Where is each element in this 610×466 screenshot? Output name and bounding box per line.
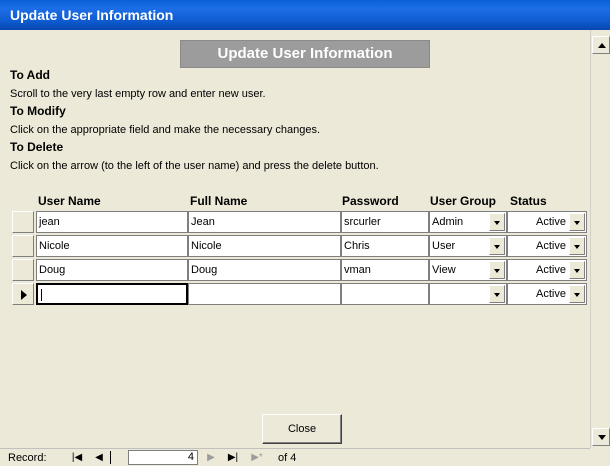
table-row: Doug Doug vman View Active [12, 259, 590, 281]
column-header-status: Status [510, 194, 547, 208]
text-cursor [41, 289, 42, 302]
full-name-field[interactable] [188, 283, 341, 305]
status-dropdown-button[interactable] [569, 261, 585, 279]
current-record-arrow-icon [21, 290, 27, 300]
user-group-dropdown-button[interactable] [489, 213, 505, 231]
full-name-field[interactable]: Doug [188, 259, 341, 281]
column-header-password: Password [342, 194, 399, 208]
form-header: Update User Information [180, 40, 430, 68]
record-selector[interactable] [12, 211, 34, 233]
nav-separator [110, 451, 111, 464]
password-field[interactable] [341, 283, 429, 305]
instruction-text-add: Scroll to the very last empty row and en… [10, 88, 266, 100]
scroll-up-button[interactable] [592, 36, 610, 54]
record-count: of 4 [278, 452, 297, 464]
user-name-field[interactable]: Doug [36, 259, 188, 281]
instruction-text-delete: Click on the arrow (to the left of the u… [10, 160, 379, 172]
password-field[interactable]: Chris [341, 235, 429, 257]
window-title: Update User Information [10, 7, 174, 23]
table-row: Nicole Nicole Chris User Active [12, 235, 590, 257]
record-selector[interactable] [12, 259, 34, 281]
last-record-button[interactable]: ▶| [226, 450, 240, 465]
user-group-dropdown-button[interactable] [489, 285, 505, 303]
user-group-dropdown-button[interactable] [489, 261, 505, 279]
instruction-heading-delete: To Delete [10, 140, 64, 154]
record-navigation-bar: Record: |◀ ◀ 4 ▶ ▶| ▶* of 4 [0, 448, 590, 466]
instruction-heading-modify: To Modify [10, 104, 66, 118]
window-titlebar[interactable]: Update User Information [0, 0, 610, 30]
user-name-field[interactable]: Nicole [36, 235, 188, 257]
chevron-down-icon [574, 221, 580, 225]
password-field[interactable]: srcurler [341, 211, 429, 233]
table-row-new: Active [12, 283, 590, 305]
chevron-up-icon [598, 43, 606, 48]
chevron-down-icon [574, 269, 580, 273]
close-button[interactable]: Close [262, 414, 342, 444]
record-label: Record: [8, 452, 47, 464]
chevron-down-icon [494, 245, 500, 249]
chevron-down-icon [598, 435, 606, 440]
chevron-down-icon [494, 269, 500, 273]
column-header-user-name: User Name [38, 194, 101, 208]
chevron-down-icon [574, 245, 580, 249]
user-name-field[interactable] [36, 283, 188, 305]
instruction-heading-add: To Add [10, 68, 50, 82]
user-name-field[interactable]: jean [36, 211, 188, 233]
column-header-full-name: Full Name [190, 194, 248, 208]
status-dropdown-button[interactable] [569, 213, 585, 231]
vertical-scrollbar[interactable] [590, 30, 610, 448]
scroll-down-button[interactable] [592, 428, 610, 446]
new-record-button[interactable]: ▶* [250, 450, 264, 465]
chevron-down-icon [494, 293, 500, 297]
table-row: jean Jean srcurler Admin Active [12, 211, 590, 233]
first-record-button[interactable]: |◀ [70, 450, 84, 465]
record-number-input[interactable]: 4 [128, 450, 198, 465]
column-header-user-group: User Group [430, 194, 497, 208]
chevron-down-icon [574, 293, 580, 297]
user-group-dropdown-button[interactable] [489, 237, 505, 255]
chevron-down-icon [494, 221, 500, 225]
record-selector-current[interactable] [12, 283, 34, 305]
record-selector[interactable] [12, 235, 34, 257]
full-name-field[interactable]: Nicole [188, 235, 341, 257]
status-dropdown-button[interactable] [569, 237, 585, 255]
full-name-field[interactable]: Jean [188, 211, 341, 233]
instruction-text-modify: Click on the appropriate field and make … [10, 124, 321, 136]
next-record-button[interactable]: ▶ [204, 450, 218, 465]
previous-record-button[interactable]: ◀ [92, 450, 106, 465]
password-field[interactable]: vman [341, 259, 429, 281]
status-dropdown-button[interactable] [569, 285, 585, 303]
